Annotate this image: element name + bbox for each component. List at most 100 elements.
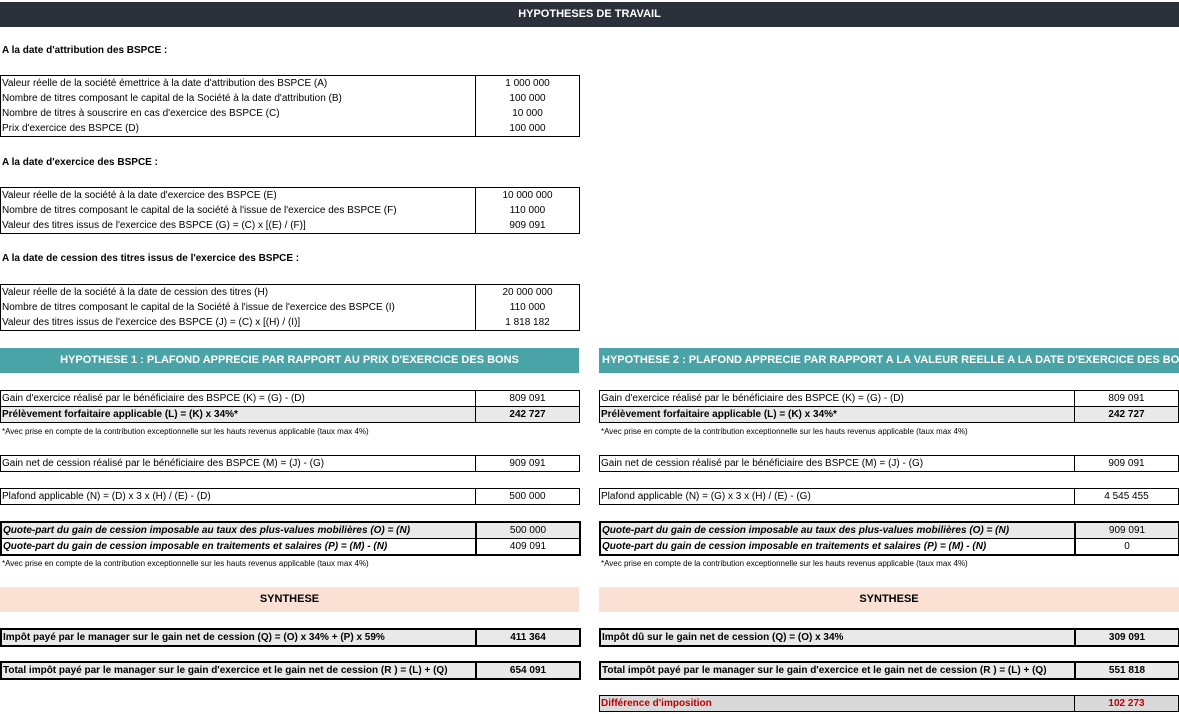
table-row: Quote-part du gain de cession imposable …	[600, 522, 1179, 539]
cell-label[interactable]: Gain net de cession réalisé par le bénéf…	[1, 456, 476, 472]
table-row: Prélèvement forfaitaire applicable (L) =…	[0, 406, 580, 423]
table-row: Prélèvement forfaitaire applicable (L) =…	[599, 406, 1179, 423]
h1-table-gain-exercice: Gain d'exercice réalisé par le bénéficia…	[0, 390, 580, 423]
cell-value[interactable]: 909 091	[1074, 522, 1179, 539]
hypothese-2-header: HYPOTHESE 2 : PLAFOND APPRECIE PAR RAPPO…	[599, 348, 1179, 373]
h2-table-quote-part: Quote-part du gain de cession imposable …	[599, 521, 1179, 556]
table-row: Valeur réelle de la société à la date d'…	[1, 187, 580, 204]
table-row: Nombre de titres à souscrire en cas d'ex…	[1, 106, 580, 121]
footnote: *Avec prise en compte de la contribution…	[601, 427, 968, 436]
h1-table-quote-part: Quote-part du gain de cession imposable …	[0, 521, 581, 556]
h2-table-difference: Différence d'imposition 102 273	[599, 695, 1179, 712]
cell-label[interactable]: Différence d'imposition	[599, 695, 1075, 712]
table-row: Quote-part du gain de cession imposable …	[1, 538, 580, 555]
cell-label[interactable]: Total impôt payé par le manager sur le g…	[1, 662, 476, 679]
cell-label[interactable]: Total impôt payé par le manager sur le g…	[600, 662, 1075, 679]
cell-label[interactable]: Nombre de titres composant le capital de…	[1, 300, 476, 315]
cell-value[interactable]: 809 091	[1074, 390, 1179, 407]
table-row: Gain d'exercice réalisé par le bénéficia…	[1, 390, 580, 407]
cell-value[interactable]: 10 000	[475, 106, 580, 121]
table-row: Valeur réelle de la société à la date de…	[1, 284, 580, 301]
cell-label[interactable]: Valeur réelle de la société à la date d'…	[1, 188, 476, 204]
h1-table-total: Total impôt payé par le manager sur le g…	[0, 661, 581, 680]
cell-label[interactable]: Plafond applicable (N) = (D) x 3 x (H) /…	[1, 489, 476, 505]
h2-table-gain-net: Gain net de cession réalisé par le bénéf…	[599, 455, 1179, 472]
table-row: Impôt payé par le manager sur le gain ne…	[1, 629, 580, 646]
cell-value[interactable]: 411 364	[475, 629, 580, 646]
cell-label[interactable]: Nombre de titres composant le capital de…	[1, 203, 476, 218]
cell-value[interactable]: 309 091	[1074, 629, 1179, 646]
cell-value[interactable]: 654 091	[475, 662, 580, 679]
cell-label[interactable]: Prix d'exercice des BSPCE (D)	[1, 121, 476, 137]
cell-label[interactable]: Quote-part du gain de cession imposable …	[1, 538, 476, 555]
table-row: Total impôt payé par le manager sur le g…	[600, 662, 1179, 679]
cell-value[interactable]: 100 000	[475, 121, 580, 137]
cell-value[interactable]: 10 000 000	[475, 187, 580, 203]
table-attribution: Valeur réelle de la société émettrice à …	[0, 75, 580, 137]
cell-value[interactable]: 242 727	[475, 406, 580, 423]
cell-label[interactable]: Plafond applicable (N) = (G) x 3 x (H) /…	[600, 489, 1075, 505]
cell-label[interactable]: Nombre de titres composant le capital de…	[1, 91, 476, 106]
hypothese-1-header: HYPOTHESE 1 : PLAFOND APPRECIE PAR RAPPO…	[0, 348, 579, 373]
h2-table-impot: Impôt dû sur le gain net de cession (Q) …	[599, 628, 1179, 647]
table-row: Différence d'imposition 102 273	[599, 695, 1179, 712]
cell-label[interactable]: Nombre de titres à souscrire en cas d'ex…	[1, 106, 476, 121]
cell-label[interactable]: Gain d'exercice réalisé par le bénéficia…	[1, 391, 476, 407]
cell-value[interactable]: 409 091	[475, 538, 580, 555]
table-row: Nombre de titres composant le capital de…	[1, 203, 580, 218]
cell-label[interactable]: Impôt dû sur le gain net de cession (Q) …	[600, 629, 1075, 646]
cell-label[interactable]: Quote-part du gain de cession imposable …	[1, 522, 476, 539]
cell-label[interactable]: Impôt payé par le manager sur le gain ne…	[1, 629, 476, 646]
cell-value[interactable]: 102 273	[1074, 695, 1179, 712]
cell-label[interactable]: Valeur réelle de la société émettrice à …	[1, 76, 476, 92]
table-row: Prix d'exercice des BSPCE (D) 100 000	[1, 121, 580, 137]
table-row: Total impôt payé par le manager sur le g…	[1, 662, 580, 679]
cell-value[interactable]: 909 091	[1074, 455, 1179, 472]
cell-value[interactable]: 551 818	[1074, 662, 1179, 679]
cell-label[interactable]: Quote-part du gain de cession imposable …	[600, 522, 1075, 539]
cell-value[interactable]: 909 091	[475, 455, 580, 472]
cell-value[interactable]: 110 000	[475, 300, 580, 315]
table-row: Impôt dû sur le gain net de cession (Q) …	[600, 629, 1179, 646]
synthese-header: SYNTHESE	[599, 587, 1179, 612]
cell-value[interactable]: 110 000	[475, 203, 580, 218]
cell-label[interactable]: Valeur des titres issus de l'exercice de…	[1, 218, 476, 234]
cell-label[interactable]: Prélèvement forfaitaire applicable (L) =…	[599, 406, 1075, 423]
table-exercice: Valeur réelle de la société à la date d'…	[0, 187, 580, 234]
table-row: Plafond applicable (N) = (D) x 3 x (H) /…	[1, 488, 580, 505]
cell-value[interactable]: 242 727	[1074, 406, 1179, 423]
cell-label[interactable]: Valeur réelle de la société à la date de…	[1, 285, 476, 301]
cell-value[interactable]: 909 091	[475, 218, 580, 234]
cell-label[interactable]: Quote-part du gain de cession imposable …	[600, 538, 1075, 555]
table-row: Quote-part du gain de cession imposable …	[1, 522, 580, 539]
table-row: Nombre de titres composant le capital de…	[1, 91, 580, 106]
synthese-header: SYNTHESE	[0, 587, 579, 612]
cell-value[interactable]: 100 000	[475, 91, 580, 106]
h2-table-total: Total impôt payé par le manager sur le g…	[599, 661, 1179, 680]
cell-value[interactable]: 809 091	[475, 390, 580, 407]
footnote: *Avec prise en compte de la contribution…	[2, 559, 369, 568]
cell-value[interactable]: 500 000	[475, 522, 580, 539]
cell-value[interactable]: 0	[1074, 538, 1179, 555]
cell-label[interactable]: Gain net de cession réalisé par le bénéf…	[600, 456, 1075, 472]
section-heading-attribution: A la date d'attribution des BSPCE :	[2, 45, 168, 56]
footnote: *Avec prise en compte de la contribution…	[2, 427, 369, 436]
h2-table-plafond: Plafond applicable (N) = (G) x 3 x (H) /…	[599, 488, 1179, 505]
table-row: Valeur des titres issus de l'exercice de…	[1, 315, 580, 331]
cell-label[interactable]: Valeur des titres issus de l'exercice de…	[1, 315, 476, 331]
sheet-title: HYPOTHESES DE TRAVAIL	[0, 2, 1179, 27]
cell-value[interactable]: 4 545 455	[1074, 488, 1179, 505]
cell-value[interactable]: 1 818 182	[475, 315, 580, 331]
cell-value[interactable]: 20 000 000	[475, 284, 580, 300]
table-row: Nombre de titres composant le capital de…	[1, 300, 580, 315]
h1-table-gain-net: Gain net de cession réalisé par le bénéf…	[0, 455, 580, 472]
cell-label[interactable]: Gain d'exercice réalisé par le bénéficia…	[600, 391, 1075, 407]
h2-table-gain-exercice: Gain d'exercice réalisé par le bénéficia…	[599, 390, 1179, 423]
table-row: Valeur réelle de la société émettrice à …	[1, 75, 580, 92]
h1-table-impot: Impôt payé par le manager sur le gain ne…	[0, 628, 581, 647]
section-heading-exercice: A la date d'exercice des BSPCE :	[2, 157, 158, 168]
cell-label[interactable]: Prélèvement forfaitaire applicable (L) =…	[0, 406, 476, 423]
table-cession: Valeur réelle de la société à la date de…	[0, 284, 580, 331]
cell-value[interactable]: 500 000	[475, 488, 580, 505]
cell-value[interactable]: 1 000 000	[475, 75, 580, 91]
